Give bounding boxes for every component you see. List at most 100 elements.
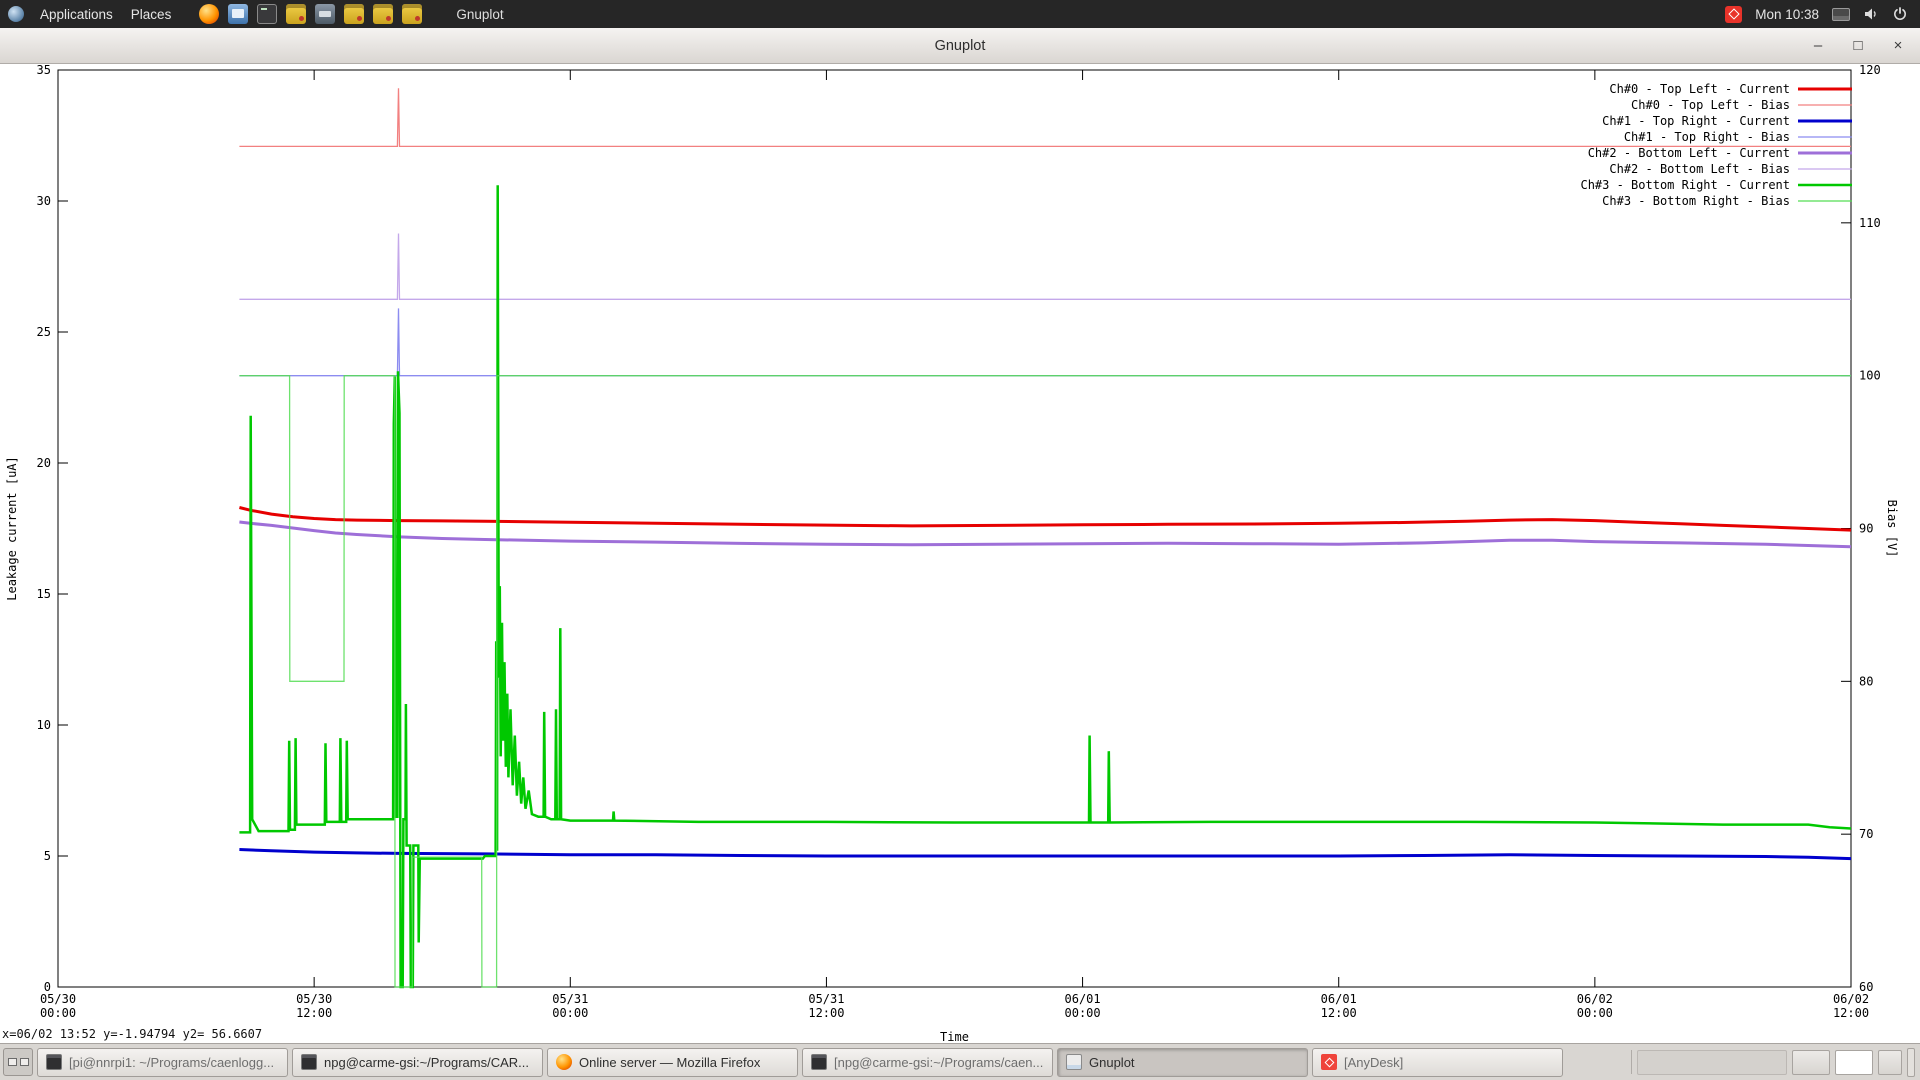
- svg-text:Bias [V]: Bias [V]: [1885, 500, 1899, 558]
- anydesk-tray-icon[interactable]: [1725, 6, 1742, 23]
- taskbar-applet-active[interactable]: [1835, 1050, 1873, 1075]
- series-right: [239, 308, 1851, 375]
- taskbar-item-label: [AnyDesk]: [1344, 1055, 1403, 1070]
- panel-active-window-label[interactable]: Gnuplot: [456, 7, 503, 22]
- workspace-thumbnail[interactable]: [20, 1058, 29, 1066]
- gnuplot-canvas[interactable]: 05/3000:0005/3012:0005/3100:0005/3112:00…: [0, 64, 1920, 1043]
- svg-text:80: 80: [1859, 674, 1873, 688]
- distro-logo-icon[interactable]: [8, 6, 24, 22]
- series-lines: [239, 88, 1851, 987]
- svg-text:90: 90: [1859, 522, 1873, 536]
- series-left: [239, 508, 1851, 531]
- taskbar-right: [1631, 1048, 1917, 1077]
- svg-text:110: 110: [1859, 216, 1881, 230]
- svg-text:25: 25: [37, 325, 51, 339]
- mouse-coordinate-readout: x=06/02 13:52 y=-1.94794 y2= 56.6607: [2, 1027, 262, 1041]
- svg-text:35: 35: [37, 64, 51, 77]
- terminal-icon: [301, 1054, 317, 1070]
- keyboard-indicator-icon[interactable]: [1832, 8, 1850, 21]
- maximize-button[interactable]: □: [1850, 37, 1866, 54]
- svg-text:Ch#1 - Top Right - Current: Ch#1 - Top Right - Current: [1602, 114, 1790, 128]
- modes-app-icon-2[interactable]: [344, 4, 364, 24]
- modes-app-icon-3[interactable]: [373, 4, 393, 24]
- firefox-icon[interactable]: [199, 4, 219, 24]
- svg-text:Ch#3 - Bottom Right - Bias: Ch#3 - Bottom Right - Bias: [1602, 194, 1790, 208]
- power-icon[interactable]: [1892, 6, 1908, 22]
- modes-app-icon-1[interactable]: [286, 4, 306, 24]
- taskbar-item-firefox-2[interactable]: Online server — Mozilla Firefox: [547, 1048, 798, 1077]
- svg-text:20: 20: [37, 456, 51, 470]
- panel-launchers: [199, 4, 422, 24]
- top-panel: Applications Places Gnuplot Mon 10:38: [0, 0, 1920, 28]
- svg-text:00:00: 00:00: [1577, 1006, 1613, 1020]
- taskbar-item-anydesk-5[interactable]: [AnyDesk]: [1312, 1048, 1563, 1077]
- svg-text:05/31: 05/31: [552, 992, 588, 1006]
- taskbar-item-gnuplot-4[interactable]: Gnuplot: [1057, 1048, 1308, 1077]
- taskbar-item-terminal-0[interactable]: [pi@nnrpi1: ~/Programs/caenlogg...: [37, 1048, 288, 1077]
- svg-text:Ch#0 - Top Left - Current: Ch#0 - Top Left - Current: [1609, 82, 1790, 96]
- svg-text:30: 30: [37, 194, 51, 208]
- terminal-icon: [46, 1054, 62, 1070]
- taskbar-item-label: Online server — Mozilla Firefox: [579, 1055, 760, 1070]
- svg-text:00:00: 00:00: [552, 1006, 588, 1020]
- svg-text:Time: Time: [940, 1030, 969, 1043]
- svg-text:00:00: 00:00: [40, 1006, 76, 1020]
- workspace-switcher[interactable]: [3, 1048, 33, 1076]
- svg-text:70: 70: [1859, 827, 1873, 841]
- taskbar-item-terminal-1[interactable]: npg@carme-gsi:~/Programs/CAR...: [292, 1048, 543, 1077]
- workspace-thumbnail[interactable]: [8, 1058, 17, 1066]
- svg-text:06/02: 06/02: [1833, 992, 1869, 1006]
- firefox-icon: [556, 1054, 572, 1070]
- minimize-button[interactable]: –: [1810, 37, 1826, 54]
- series-right: [239, 376, 1851, 987]
- volume-icon[interactable]: [1863, 6, 1879, 22]
- legend: Ch#0 - Top Left - Current Ch#0 - Top Left…: [1580, 82, 1852, 208]
- taskbar-item-label: Gnuplot: [1089, 1055, 1135, 1070]
- gnuplot-icon: [1066, 1054, 1082, 1070]
- window-titlebar[interactable]: Gnuplot – □ ×: [0, 28, 1920, 64]
- svg-text:Leakage current [uA]: Leakage current [uA]: [5, 456, 19, 601]
- svg-text:05/30: 05/30: [40, 992, 76, 1006]
- svg-text:15: 15: [37, 587, 51, 601]
- close-button[interactable]: ×: [1890, 37, 1906, 54]
- clock[interactable]: Mon 10:38: [1755, 7, 1819, 22]
- svg-text:Ch#2 - Bottom Left - Current: Ch#2 - Bottom Left - Current: [1588, 146, 1790, 160]
- taskbar-empty-tray: [1637, 1050, 1787, 1075]
- panel-left: Applications Places Gnuplot: [0, 4, 504, 24]
- svg-text:0: 0: [44, 980, 51, 994]
- svg-text:06/01: 06/01: [1321, 992, 1357, 1006]
- window-controls: – □ ×: [1810, 28, 1906, 63]
- svg-text:Ch#2 - Bottom Left - Bias: Ch#2 - Bottom Left - Bias: [1609, 162, 1790, 176]
- svg-text:05/31: 05/31: [808, 992, 844, 1006]
- gnuplot-window: 05/3000:0005/3012:0005/3100:0005/3112:00…: [0, 64, 1920, 1043]
- taskbar-item-label: [pi@nnrpi1: ~/Programs/caenlogg...: [69, 1055, 274, 1070]
- show-desktop-button[interactable]: [1907, 1048, 1915, 1077]
- places-menu[interactable]: Places: [129, 7, 174, 22]
- svg-text:100: 100: [1859, 369, 1881, 383]
- taskbar-applet[interactable]: [1792, 1050, 1830, 1075]
- taskbar-item-label: npg@carme-gsi:~/Programs/CAR...: [324, 1055, 529, 1070]
- svg-text:05/30: 05/30: [296, 992, 332, 1006]
- modes-app-icon-4[interactable]: [402, 4, 422, 24]
- svg-text:10: 10: [37, 718, 51, 732]
- svg-text:12:00: 12:00: [1321, 1006, 1357, 1020]
- gray-app-icon[interactable]: [315, 4, 335, 24]
- taskbar-item-terminal-3[interactable]: [npg@carme-gsi:~/Programs/caen...: [802, 1048, 1053, 1077]
- svg-text:60: 60: [1859, 980, 1873, 994]
- terminal-icon[interactable]: [257, 4, 277, 24]
- svg-text:Ch#1 - Top Right - Bias: Ch#1 - Top Right - Bias: [1624, 130, 1790, 144]
- svg-text:06/02: 06/02: [1577, 992, 1613, 1006]
- svg-text:06/01: 06/01: [1065, 992, 1101, 1006]
- svg-text:120: 120: [1859, 64, 1881, 77]
- anydesk-icon: [1321, 1054, 1337, 1070]
- svg-text:Ch#3 - Bottom Right - Current: Ch#3 - Bottom Right - Current: [1580, 178, 1790, 192]
- series-right: [239, 234, 1851, 300]
- panel-right: Mon 10:38: [1725, 6, 1920, 23]
- svg-text:5: 5: [44, 849, 51, 863]
- taskbar-applet[interactable]: [1878, 1050, 1902, 1075]
- taskbar-separator: [1631, 1050, 1632, 1074]
- svg-text:12:00: 12:00: [808, 1006, 844, 1020]
- svg-text:Ch#0 - Top Left - Bias: Ch#0 - Top Left - Bias: [1631, 98, 1790, 112]
- file-manager-icon[interactable]: [228, 4, 248, 24]
- applications-menu[interactable]: Applications: [38, 7, 115, 22]
